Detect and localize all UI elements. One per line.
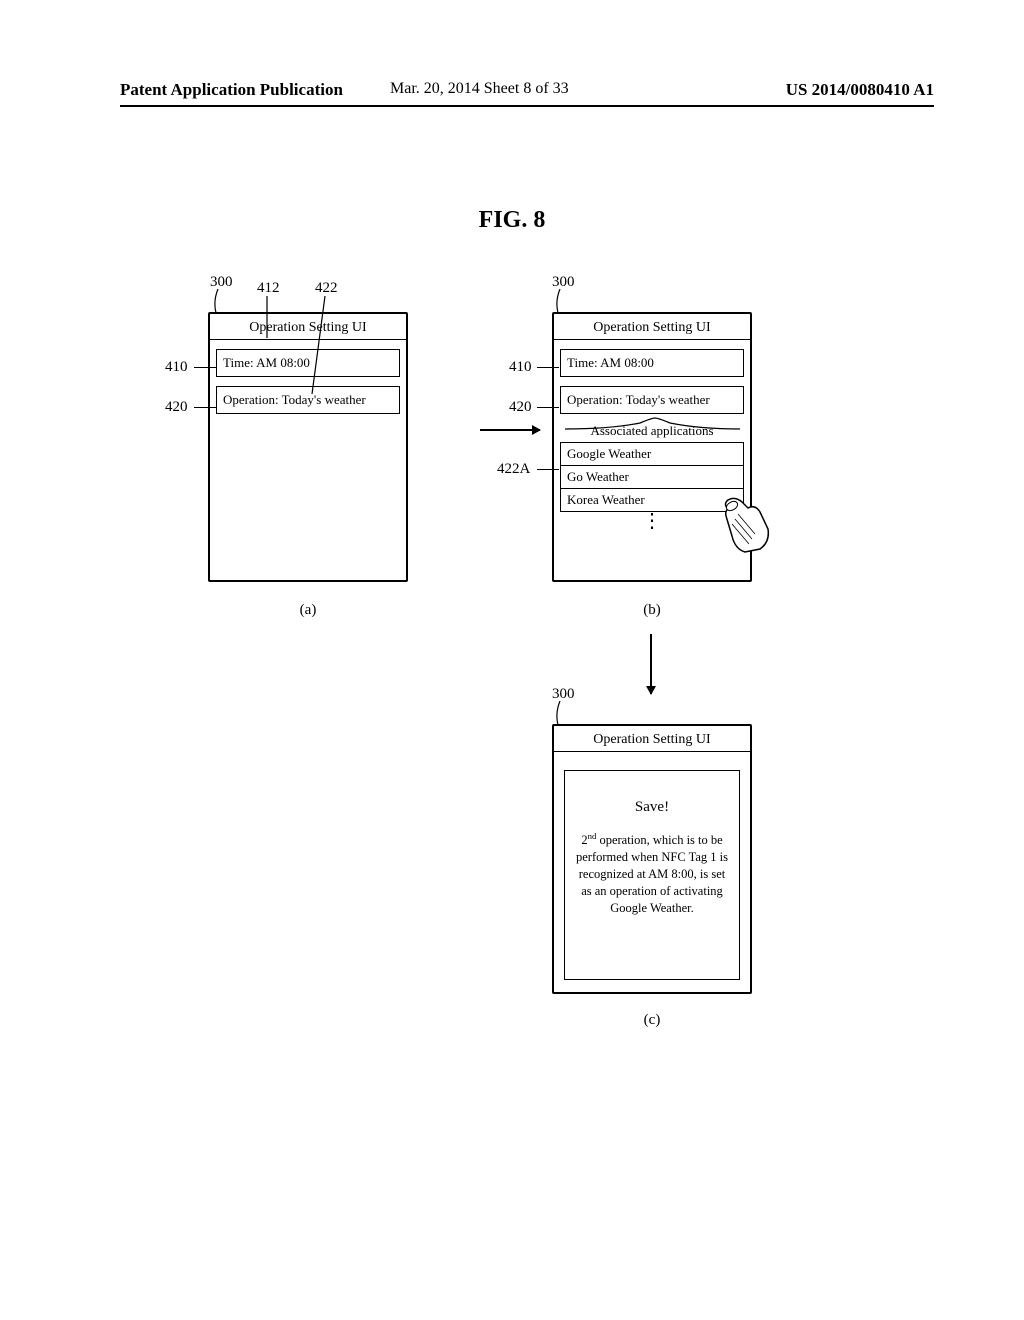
leader-420-b — [537, 407, 559, 408]
leader-422a — [537, 469, 559, 470]
header-middle-text: Mar. 20, 2014 Sheet 8 of 33 — [390, 80, 569, 98]
finger-pointer-icon — [720, 494, 770, 554]
brace-icon — [560, 417, 745, 431]
time-row-b: Time: AM 08:00 — [560, 349, 744, 377]
leader-300-c — [555, 701, 565, 726]
header-left-text: Patent Application Publication — [120, 80, 343, 100]
leader-300-b — [555, 289, 565, 314]
leader-420-a — [194, 407, 216, 408]
app-item-go-weather[interactable]: Go Weather — [560, 466, 744, 489]
ref-412: 412 — [257, 280, 280, 297]
ref-420-a: 420 — [165, 399, 188, 416]
leader-422 — [310, 296, 330, 394]
ref-410-b: 410 — [509, 359, 532, 376]
arrow-a-to-b — [480, 429, 540, 431]
ui-title-c: Operation Setting UI — [554, 726, 750, 751]
ref-410-a: 410 — [165, 359, 188, 376]
app-item-korea-weather[interactable]: Korea Weather — [560, 489, 744, 512]
leader-410-b — [537, 367, 559, 368]
sub-label-a: (a) — [208, 602, 408, 619]
operation-row-b: Operation: Today's weather — [560, 386, 744, 414]
ui-divider — [554, 339, 750, 340]
leader-300-a — [213, 289, 223, 314]
ui-divider — [554, 751, 750, 752]
header-right-text: US 2014/0080410 A1 — [786, 80, 934, 100]
arrow-b-to-c — [650, 634, 652, 694]
figure-diagram: Operation Setting UI Time: AM 08:00 Oper… — [0, 234, 1024, 1234]
operation-row-a: Operation: Today's weather — [216, 386, 400, 414]
figure-title: FIG. 8 — [0, 207, 1024, 234]
ref-422: 422 — [315, 280, 338, 297]
sub-label-c: (c) — [552, 1012, 752, 1029]
header-rule — [120, 105, 934, 107]
app-list: Google Weather Go Weather Korea Weather — [560, 442, 744, 512]
ref-420-b: 420 — [509, 399, 532, 416]
leader-412 — [264, 296, 270, 338]
device-screen-a: Operation Setting UI Time: AM 08:00 Oper… — [208, 312, 408, 582]
app-item-google-weather[interactable]: Google Weather — [560, 442, 744, 466]
ref-422a: 422A — [497, 461, 530, 478]
save-message: 2nd operation, which is to be performed … — [573, 831, 731, 917]
sub-label-b: (b) — [552, 602, 752, 619]
device-screen-c: Operation Setting UI Save! 2nd operation… — [552, 724, 752, 994]
save-message-box: Save! 2nd operation, which is to be perf… — [564, 770, 740, 980]
save-title: Save! — [573, 797, 731, 817]
ui-title-a: Operation Setting UI — [210, 314, 406, 339]
ui-title-b: Operation Setting UI — [554, 314, 750, 339]
leader-410-a — [194, 367, 216, 368]
time-row-a: Time: AM 08:00 — [216, 349, 400, 377]
ui-divider — [210, 339, 406, 340]
